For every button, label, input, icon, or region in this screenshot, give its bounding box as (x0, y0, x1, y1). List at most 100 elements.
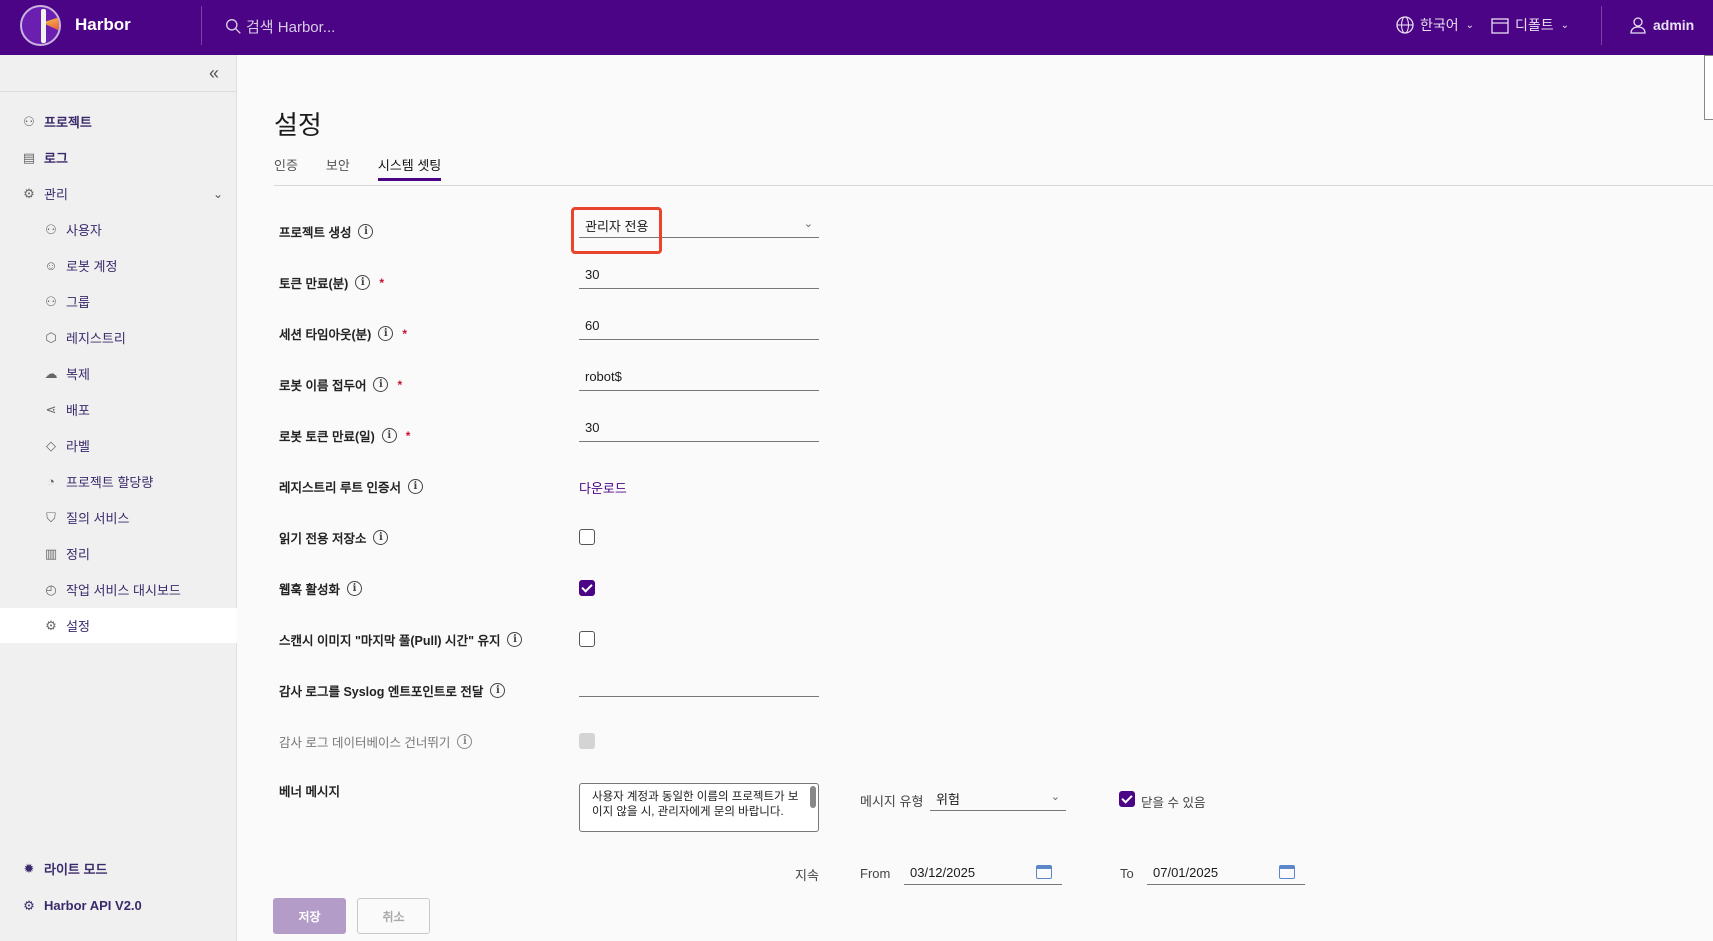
sun-icon: ✹ (23, 860, 35, 876)
duration-label: 지속 (795, 868, 819, 883)
registry-icon: ⬡ (45, 329, 57, 345)
robot-token-expiration-input[interactable]: 30 (579, 416, 819, 442)
brand-name[interactable]: Harbor (75, 15, 131, 35)
webhook-checkbox[interactable] (579, 580, 595, 596)
dashboard-icon: ◴ (45, 581, 57, 597)
required-marker: * (397, 377, 403, 392)
required-marker: * (379, 275, 384, 290)
sidebar-item-projects[interactable]: ⚇ 프로젝트 (0, 104, 237, 139)
to-date-input[interactable]: 07/01/2025 (1147, 861, 1305, 885)
info-icon[interactable]: i (507, 632, 523, 647)
info-icon[interactable]: i (346, 581, 362, 596)
syslog-endpoint-input[interactable] (579, 671, 819, 697)
gear-icon: ⚙ (45, 617, 57, 633)
token-expiration-label: 토큰 만료(분) i * (279, 275, 384, 291)
sidebar-item-interrogation-services[interactable]: ⛉ 질의 서비스 (0, 500, 237, 535)
info-icon[interactable]: i (373, 530, 389, 545)
logs-icon: ▤ (22, 149, 36, 165)
textarea-scrollbar[interactable] (810, 786, 816, 808)
admin-icon: ⚙ (23, 185, 35, 201)
from-date-input[interactable]: 03/12/2025 (904, 861, 1062, 885)
light-mode-toggle[interactable]: ✹ 라이트 모드 (0, 851, 237, 886)
info-icon[interactable]: i (457, 734, 473, 749)
cancel-button[interactable]: 취소 (357, 898, 430, 934)
sidebar-item-project-quotas[interactable]: ◔ 프로젝트 할당량 (0, 464, 237, 499)
chevron-down-icon: ⌄ (212, 186, 223, 201)
top-header: Harbor 검색 Harbor... 한국어 ⌄ 디폴트 ⌄ admin (0, 0, 1713, 55)
sidebar: « ⚇ 프로젝트 ▤ 로그 ⚙ 관리 ⌄ ⚇ 사용자 ☺ 로봇 계정 ⚇ 그룹 ⬡ 레지스트리 … (0, 55, 237, 941)
tab-authentication[interactable]: 인증 (274, 155, 298, 181)
search-icon (226, 18, 241, 34)
user-icon (1630, 17, 1646, 34)
chevron-down-icon: ⌄ (1560, 19, 1570, 31)
sidebar-item-replications[interactable]: ☁ 복제 (0, 356, 237, 391)
sidebar-item-distributions[interactable]: ⋖ 배포 (0, 392, 237, 427)
sidebar-item-job-service-dashboard[interactable]: ◴ 작업 서비스 대시보드 (0, 572, 237, 607)
projects-icon: ⚇ (23, 113, 35, 129)
sidebar-item-admin[interactable]: ⚙ 관리 ⌄ (0, 176, 237, 211)
info-icon[interactable]: i (407, 479, 423, 494)
sidebar-item-groups[interactable]: ⚇ 그룹 (0, 284, 237, 319)
sidebar-item-clean-up[interactable]: ▥ 정리 (0, 536, 237, 571)
header-divider (1601, 6, 1602, 45)
harbor-logo[interactable] (20, 5, 61, 46)
banner-message-textarea[interactable]: 사용자 계정과 동일한 이름의 프로젝트가 보이지 않을 시, 관리자에게 문의… (579, 783, 819, 832)
session-timeout-input[interactable]: 60 (579, 314, 819, 340)
sidebar-item-registries[interactable]: ⬡ 레지스트리 (0, 320, 237, 355)
save-button[interactable]: 저장 (273, 898, 346, 934)
sidebar-item-labels[interactable]: ◇ 라벨 (0, 428, 237, 463)
info-icon[interactable]: i (373, 377, 389, 392)
language-label: 한국어 (1420, 17, 1459, 33)
info-icon[interactable]: i (378, 326, 394, 341)
info-icon[interactable]: i (381, 428, 397, 443)
sidebar-item-logs[interactable]: ▤ 로그 (0, 140, 237, 175)
date-format-selector[interactable]: 디폴트 ⌄ (1490, 15, 1569, 35)
distribution-icon: ⋖ (45, 401, 57, 417)
globe-icon (1396, 16, 1414, 34)
robot-prefix-input[interactable]: robot$ (579, 365, 819, 391)
token-expiration-input[interactable]: 30 (579, 263, 819, 289)
info-icon[interactable]: i (490, 683, 506, 698)
date-format-label: 디폴트 (1515, 17, 1554, 33)
tab-security[interactable]: 보안 (326, 155, 350, 181)
collapse-sidebar-icon[interactable]: « (209, 63, 219, 84)
tab-divider (274, 185, 1713, 186)
read-only-label: 읽기 전용 저장소 i (279, 528, 389, 547)
webhook-label: 웹훅 활성화 i (279, 579, 362, 598)
robot-token-expiration-label: 로봇 토큰 만료(일) i * (279, 428, 411, 444)
harbor-api-link[interactable]: ⚙ Harbor API V2.0 (0, 888, 237, 923)
calendar-icon[interactable] (1279, 865, 1295, 879)
required-marker: * (405, 428, 411, 443)
search-placeholder: 검색 Harbor... (246, 18, 336, 36)
user-menu[interactable]: admin (1628, 15, 1694, 35)
skip-audit-db-label: 감사 로그 데이터베이스 건너뛰기 i (279, 732, 473, 751)
banner-message-label: 베너 메시지 (279, 785, 340, 799)
skip-pull-time-label: 스캔시 이미지 "마지막 풀(Pull) 시간" 유지 i (279, 630, 523, 649)
global-search[interactable]: 검색 Harbor... (225, 15, 425, 37)
read-only-checkbox[interactable] (579, 529, 595, 545)
replication-icon: ☁ (44, 365, 58, 381)
root-cert-download-link[interactable]: 다운로드 (579, 478, 627, 497)
session-timeout-label: 세션 타임아웃(분) i * (279, 326, 407, 342)
required-marker: * (402, 326, 407, 341)
calendar-icon[interactable] (1036, 865, 1052, 879)
sidebar-item-users[interactable]: ⚇ 사용자 (0, 212, 237, 247)
tab-system-settings[interactable]: 시스템 셋팅 (377, 155, 442, 181)
project-creation-label: 프로젝트 생성 i (279, 222, 374, 241)
skip-pull-time-checkbox[interactable] (579, 631, 595, 647)
main-content: 설정 인증 보안 시스템 셋팅 프로젝트 생성 i 관리자 전용 ⌄ 토큰 만료(분… (237, 55, 1713, 941)
info-icon[interactable]: i (355, 275, 371, 290)
closable-label: 닫을 수 있음 (1141, 796, 1206, 810)
info-icon[interactable]: i (358, 224, 374, 239)
user-name: admin (1653, 17, 1695, 33)
sidebar-item-configuration[interactable]: ⚙ 설정 (0, 608, 237, 643)
robot-icon: ☺ (44, 258, 58, 273)
users-icon: ⚇ (45, 221, 57, 237)
closable-checkbox[interactable] (1119, 791, 1135, 807)
sidebar-item-robot-accounts[interactable]: ☺ 로봇 계정 (0, 248, 237, 283)
quota-icon: ◔ (47, 474, 55, 489)
message-type-select[interactable]: 위험 ⌄ (930, 785, 1066, 811)
message-type-label: 메시지 유형 (860, 794, 924, 809)
settings-tabs: 인증 보안 시스템 셋팅 (274, 155, 442, 181)
language-selector[interactable]: 한국어 ⌄ (1395, 15, 1474, 35)
